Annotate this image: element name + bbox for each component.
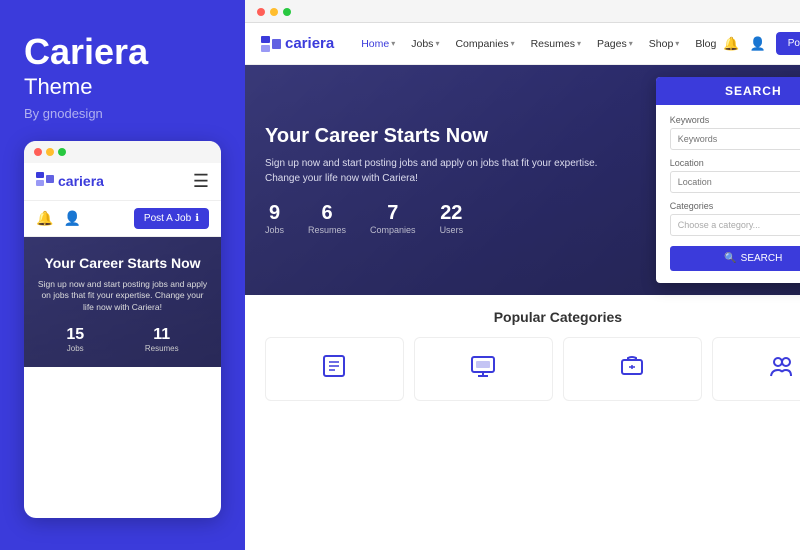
categories-select[interactable]: Choose a category... (670, 214, 800, 236)
mobile-stats: 15 Jobs 11 Resumes (36, 326, 209, 353)
nav-home[interactable]: Home ▾ (354, 34, 402, 54)
mobile-post-job-label: Post A Job (144, 213, 191, 224)
search-btn-label: SEARCH (741, 253, 783, 264)
mobile-logo-icon (36, 172, 54, 191)
location-label: Location (670, 158, 800, 168)
mobile-stat-resumes: 11 Resumes (145, 326, 179, 353)
desktop-preview: cariera Home ▾ Jobs ▾ Companies ▾ Resume… (245, 23, 800, 550)
hero-stat-jobs-num: 9 (265, 202, 284, 225)
hero-stat-resumes-num: 6 (308, 202, 346, 225)
hero-stat-users-label: Users (440, 225, 464, 235)
category-card-2[interactable] (563, 337, 702, 401)
hero-stat-users: 22 Users (440, 202, 464, 235)
mobile-hero: Your Career Starts Now Sign up now and s… (24, 237, 221, 368)
post-job-label: Post A Job (788, 38, 800, 49)
hero-desc: Sign up now and start posting jobs and a… (265, 156, 636, 186)
category-card-3[interactable] (712, 337, 800, 401)
browser-dots (257, 8, 800, 16)
nav-bell-icon[interactable]: 🔔 (723, 36, 739, 52)
hero-section: Your Career Starts Now Sign up now and s… (245, 65, 800, 295)
desktop-logo-label: cariera (285, 35, 334, 52)
user-icon[interactable]: 👤 (63, 210, 80, 227)
hero-stats: 9 Jobs 6 Resumes 7 Companies 22 Users (265, 202, 636, 235)
search-button[interactable]: 🔍 SEARCH (670, 246, 800, 271)
hero-desc-line2: Change your life now with Cariera! (265, 173, 418, 184)
nav-links: Home ▾ Jobs ▾ Companies ▾ Resumes ▾ Page… (354, 34, 723, 54)
mobile-actions: 🔔 👤 Post A Job ℹ (24, 201, 221, 237)
category-card-0[interactable] (265, 337, 404, 401)
right-panel: cariera Home ▾ Jobs ▾ Companies ▾ Resume… (245, 0, 800, 550)
hero-stat-jobs-label: Jobs (265, 225, 284, 235)
mobile-action-icons: 🔔 👤 (36, 210, 81, 227)
categories-grid (265, 337, 800, 401)
hero-stat-resumes: 6 Resumes (308, 202, 346, 235)
browser-dot-yellow (270, 8, 278, 16)
hero-title: Your Career Starts Now (265, 125, 636, 148)
mobile-hero-title: Your Career Starts Now (36, 255, 209, 271)
dot-green (58, 148, 66, 156)
hamburger-icon[interactable]: ☰ (193, 171, 209, 192)
mobile-stat-jobs: 15 Jobs (66, 326, 84, 353)
mobile-nav: cariera ☰ (24, 163, 221, 201)
mobile-card-dots (24, 141, 221, 163)
hero-stat-resumes-label: Resumes (308, 225, 346, 235)
category-icon-2 (618, 352, 646, 386)
nav-shop[interactable]: Shop ▾ (642, 34, 687, 54)
nav-pages[interactable]: Pages ▾ (590, 34, 640, 54)
post-job-button[interactable]: Post A Job ℹ (776, 32, 800, 55)
hero-content: Your Career Starts Now Sign up now and s… (265, 125, 656, 235)
hero-stat-users-num: 22 (440, 202, 464, 225)
hero-desc-line1: Sign up now and start posting jobs and a… (265, 158, 597, 169)
info-icon: ℹ (195, 213, 199, 224)
browser-dot-green (283, 8, 291, 16)
category-icon-3 (767, 352, 795, 386)
hero-stat-companies: 7 Companies (370, 202, 416, 235)
categories-select-wrapper: Choose a category... ▾ (670, 214, 800, 236)
brand-by: By gnodesign (24, 106, 221, 121)
mobile-stat-jobs-num: 15 (66, 326, 84, 344)
nav-jobs[interactable]: Jobs ▾ (404, 34, 446, 54)
mobile-post-job-button[interactable]: Post A Job ℹ (134, 208, 209, 229)
mobile-hero-desc: Sign up now and start posting jobs and a… (36, 279, 209, 315)
categories-section: Popular Categories (245, 295, 800, 550)
nav-companies[interactable]: Companies ▾ (448, 34, 521, 54)
nav-user-icon[interactable]: 👤 (750, 36, 766, 52)
brand-title: Cariera (24, 32, 221, 72)
hero-stat-companies-num: 7 (370, 202, 416, 225)
search-box: SEARCH Keywords Location ⊙ Categories Ch… (656, 77, 800, 283)
brand-subtitle: Theme (24, 74, 221, 100)
category-card-1[interactable] (414, 337, 553, 401)
desktop-nav: cariera Home ▾ Jobs ▾ Companies ▾ Resume… (245, 23, 800, 65)
browser-dot-red (257, 8, 265, 16)
bell-icon[interactable]: 🔔 (36, 210, 53, 227)
category-icon-0 (320, 352, 348, 386)
desktop-logo: cariera (261, 35, 334, 52)
mobile-logo-label: cariera (58, 173, 104, 189)
categories-label: Categories (670, 201, 800, 211)
category-icon-1 (469, 352, 497, 386)
browser-chrome (245, 0, 800, 23)
keywords-input[interactable] (670, 128, 800, 150)
dot-red (34, 148, 42, 156)
mobile-logo: cariera (36, 172, 104, 191)
hero-stat-jobs: 9 Jobs (265, 202, 284, 235)
mobile-stat-jobs-label: Jobs (66, 344, 84, 353)
location-input[interactable] (670, 171, 800, 193)
mobile-stat-resumes-label: Resumes (145, 344, 179, 353)
left-panel: Cariera Theme By gnodesign cariera ☰ (0, 0, 245, 550)
mobile-stat-resumes-num: 11 (145, 326, 179, 344)
location-input-wrapper: ⊙ (670, 171, 800, 193)
hero-stat-companies-label: Companies (370, 225, 416, 235)
nav-right: 🔔 👤 Post A Job ℹ (723, 32, 800, 55)
search-icon: 🔍 (724, 253, 736, 264)
keywords-label: Keywords (670, 115, 800, 125)
mobile-preview-card: cariera ☰ 🔔 👤 Post A Job ℹ Your Career S… (24, 141, 221, 518)
dot-yellow (46, 148, 54, 156)
search-header: SEARCH (656, 77, 800, 105)
categories-title: Popular Categories (265, 309, 800, 325)
nav-resumes[interactable]: Resumes ▾ (524, 34, 588, 54)
nav-blog[interactable]: Blog (688, 34, 723, 54)
